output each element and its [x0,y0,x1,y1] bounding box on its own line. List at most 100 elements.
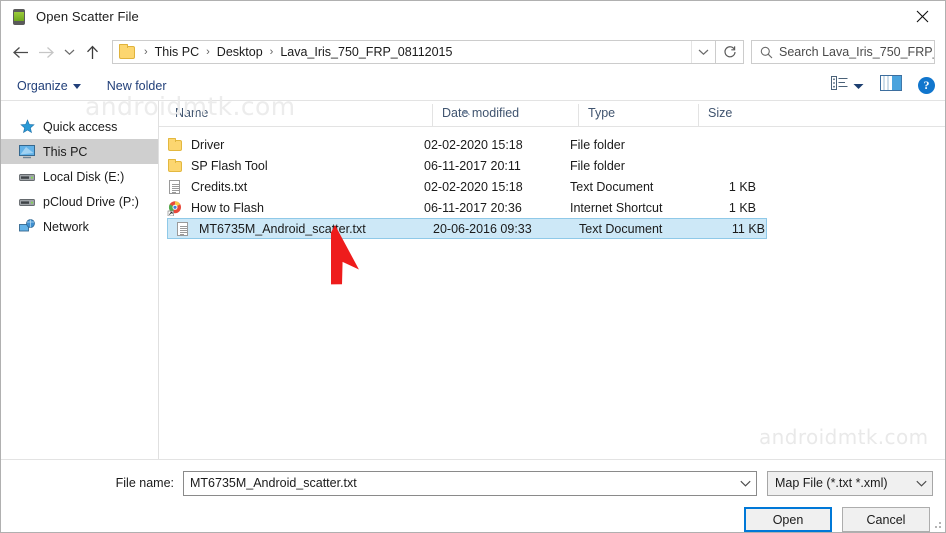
sidebar-item-label: Quick access [43,119,118,134]
table-row[interactable]: SP Flash Tool 06-11-2017 20:11 File fold… [159,155,945,176]
sidebar-item-network[interactable]: Network [1,214,158,239]
breadcrumb-desktop[interactable]: Desktop [214,45,266,59]
file-size: 1 KB [728,179,756,194]
file-type-filter-select[interactable]: Map File (*.txt *.xml) [767,470,933,496]
refresh-button[interactable] [716,40,744,64]
address-dropdown-icon[interactable] [691,41,715,63]
chevron-down-icon [853,77,864,95]
file-name: Driver [191,137,225,152]
file-name: Credits.txt [191,179,248,194]
search-box[interactable]: Search Lava_Iris_750_FRP_08... [751,40,935,64]
file-date: 06-11-2017 20:11 [424,158,521,173]
table-row-selected[interactable]: MT6735M_Android_scatter.txt 20-06-2016 0… [167,218,767,239]
up-button[interactable] [79,39,105,65]
breadcrumb-this-pc[interactable]: This PC [152,45,202,59]
open-file-dialog: Open Scatter File › This PC › Desktop › … [0,0,946,533]
organize-label: Organize [17,78,68,93]
breadcrumb-separator: › [269,46,274,58]
document-icon [167,179,183,195]
sidebar-item-label: This PC [43,144,88,159]
shortcut-icon [167,200,183,216]
table-row[interactable]: How to Flash 06-11-2017 20:36 Internet S… [159,197,945,218]
sidebar-item-this-pc[interactable]: This PC [1,139,158,164]
cancel-button[interactable]: Cancel [842,507,930,532]
view-layout-icon [831,76,848,95]
preview-pane-button[interactable] [880,75,902,96]
file-size: 11 KB [731,221,765,236]
sidebar-item-label: Local Disk (E:) [43,169,125,184]
column-header-size[interactable]: Size [698,104,776,126]
file-name-value[interactable]: MT6735M_Android_scatter.txt [184,476,734,490]
chevron-down-icon [72,84,81,89]
file-name-row: File name: MT6735M_Android_scatter.txt M… [1,470,933,496]
change-view-button[interactable] [831,76,864,95]
file-name: SP Flash Tool [191,158,268,173]
file-date: 06-11-2017 20:36 [424,200,522,215]
folder-icon [167,137,183,153]
file-name: How to Flash [191,200,264,215]
file-type: Text Document [579,221,663,236]
file-type: Text Document [570,179,654,194]
column-header-date-modified[interactable]: Date modified [432,104,578,126]
dialog-buttons: Open Cancel [1,507,933,532]
back-button[interactable] [7,39,33,65]
folder-icon [119,43,135,59]
sidebar-item-quick-access[interactable]: Quick access [1,114,158,139]
resize-grip-icon[interactable] [931,518,942,529]
recent-locations-button[interactable] [59,39,79,65]
device-icon [11,8,27,25]
dialog-footer: File name: MT6735M_Android_scatter.txt M… [1,459,945,532]
drive-icon [19,194,35,210]
navigation-bar: › This PC › Desktop › Lava_Iris_750_FRP_… [1,33,945,71]
sort-ascending-icon [461,103,470,116]
preview-pane-icon [880,75,902,96]
command-toolbar: Organize New folder ? [1,71,945,101]
file-name-label: File name: [115,476,174,490]
file-name: MT6735M_Android_scatter.txt [199,221,366,236]
file-type: File folder [570,137,625,152]
new-folder-button[interactable]: New folder [107,79,167,93]
new-folder-label: New folder [106,78,167,93]
file-rows: Driver 02-02-2020 15:18 File folder SP F… [159,127,945,459]
navigation-sidebar: Quick access This PC Local Disk (E:) pCl… [1,101,159,459]
table-row[interactable]: Credits.txt 02-02-2020 15:18 Text Docume… [159,176,945,197]
search-input[interactable]: Search Lava_Iris_750_FRP_08... [779,45,934,59]
folder-icon [167,158,183,174]
file-size: 1 KB [728,200,756,215]
sidebar-item-pcloud-drive-p[interactable]: pCloud Drive (P:) [1,189,158,214]
computer-icon [19,144,35,160]
file-type: Internet Shortcut [570,200,663,215]
dialog-body: Quick access This PC Local Disk (E:) pCl… [1,101,945,459]
column-headers: Name Date modified Type Size [159,101,945,127]
help-icon[interactable]: ? [918,77,935,94]
breadcrumb-separator: › [144,46,148,58]
window-title: Open Scatter File [36,9,139,24]
file-type: File folder [570,158,625,173]
file-date: 02-02-2020 15:18 [424,137,523,152]
breadcrumb-current-folder[interactable]: Lava_Iris_750_FRP_08112015 [277,45,455,59]
network-icon [19,219,35,235]
chevron-down-icon[interactable] [734,480,756,487]
open-button[interactable]: Open [744,507,832,532]
file-list-pane: Name Date modified Type Size Driver 02-0… [159,101,945,459]
drive-icon [19,169,35,185]
column-header-type[interactable]: Type [578,104,698,126]
organize-button[interactable]: Organize [17,79,81,93]
file-name-input[interactable]: MT6735M_Android_scatter.txt [183,470,757,496]
close-icon[interactable] [899,1,945,32]
file-date: 02-02-2020 15:18 [424,179,523,194]
document-icon [175,221,191,237]
chevron-down-icon[interactable] [910,480,932,487]
sidebar-item-label: pCloud Drive (P:) [43,194,139,209]
sidebar-item-local-disk-e[interactable]: Local Disk (E:) [1,164,158,189]
star-icon [19,119,35,135]
title-bar: Open Scatter File [1,1,945,33]
address-bar[interactable]: › This PC › Desktop › Lava_Iris_750_FRP_… [112,40,716,64]
column-header-name[interactable]: Name [159,104,432,126]
file-type-filter-value: Map File (*.txt *.xml) [775,476,888,490]
file-date: 20-06-2016 09:33 [433,221,532,236]
search-icon [760,46,773,59]
table-row[interactable]: Driver 02-02-2020 15:18 File folder [159,134,945,155]
sidebar-item-label: Network [43,219,89,234]
forward-button[interactable] [33,39,59,65]
